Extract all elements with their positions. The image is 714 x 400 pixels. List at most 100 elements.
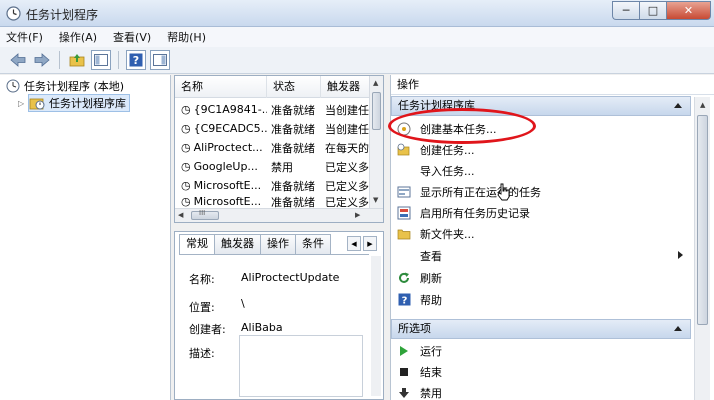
menu-help[interactable]: 帮助(H) [167, 29, 206, 45]
collapse-icon[interactable] [674, 326, 682, 331]
actions-pane-title: 操作 [391, 75, 714, 95]
detail-scrollbar[interactable] [371, 256, 381, 396]
action-disable[interactable]: 禁用 [391, 382, 691, 400]
table-row[interactable]: ◷ AliProctect... 准备就绪 在每天的 [175, 138, 371, 157]
table-row[interactable]: ◷ MicrosoftE... 准备就绪 已定义多 [175, 195, 371, 208]
table-row[interactable]: ◷ MicrosoftE... 准备就绪 已定义多 [175, 176, 371, 195]
tab-triggers[interactable]: 触发器 [214, 234, 261, 254]
section-header-library[interactable]: 任务计划程序库 [391, 96, 691, 116]
task-list-header: 名称 状态 触发器 [175, 76, 371, 98]
scroll-thumb[interactable] [372, 92, 381, 130]
general-tab-content: 名称: AliProctectUpdate 位置: \ 创建者: AliBaba… [179, 254, 369, 399]
clock-wizard-icon [397, 122, 411, 136]
action-new-folder[interactable]: 新文件夹... [391, 223, 691, 244]
svg-text:?: ? [133, 54, 139, 67]
scroll-thumb[interactable]: III [191, 209, 219, 220]
help-icon: ? [129, 53, 143, 67]
folder-icon [397, 227, 411, 241]
back-button[interactable] [8, 50, 28, 70]
toolbar-separator [118, 51, 119, 69]
tab-scroll-arrows: ◀ ▶ [347, 236, 377, 251]
action-help[interactable]: ? 帮助 [391, 289, 691, 310]
menu-file[interactable]: 文件(F) [6, 29, 43, 45]
blank-icon [397, 249, 411, 263]
task-clock-icon: ◷ [181, 103, 191, 116]
task-clock-icon: ◷ [181, 122, 191, 135]
action-show-running-tasks[interactable]: 显示所有正在运行的任务 [391, 181, 691, 202]
task-detail-panel: 常规 触发器 操作 条件 ◀ ▶ 名称: AliProctectUpdate 位… [174, 231, 384, 400]
submenu-arrow-icon [678, 251, 683, 259]
expand-triangle-icon: ▷ [18, 98, 25, 108]
table-row[interactable]: ◷ GoogleUp... 禁用 已定义多 [175, 157, 371, 176]
maximize-button[interactable]: □ [639, 1, 666, 20]
action-import-task[interactable]: 导入任务... [391, 160, 691, 181]
tab-scroll-left-button[interactable]: ◀ [347, 236, 361, 251]
tree-expander[interactable]: ▷ [18, 94, 24, 112]
detail-tabs: 常规 触发器 操作 条件 [179, 234, 331, 255]
actions-pane-scrollbar[interactable]: ▲ [694, 97, 710, 400]
menu-bar: 文件(F) 操作(A) 查看(V) 帮助(H) [0, 27, 714, 47]
window-title: 任务计划程序 [26, 8, 99, 22]
tab-actions[interactable]: 操作 [260, 234, 296, 254]
scroll-up-icon[interactable]: ▲ [373, 79, 378, 87]
column-header-status[interactable]: 状态 [267, 76, 321, 98]
task-clock-icon: ◷ [181, 160, 191, 173]
scroll-down-icon[interactable]: ▼ [373, 196, 378, 204]
tab-scroll-right-button[interactable]: ▶ [363, 236, 377, 251]
folder-clock-icon [397, 143, 411, 157]
title-bar: 任务计划程序 ─ □ ✕ [0, 0, 714, 27]
refresh-icon [397, 271, 411, 285]
action-enable-history[interactable]: 启用所有任务历史记录 [391, 202, 691, 223]
task-list: 名称 状态 触发器 ◷ {9C1A9841-... 准备就绪 当创建任 ◷ {C9E… [174, 75, 384, 223]
scroll-thumb[interactable] [697, 115, 708, 325]
action-refresh[interactable]: 刷新 [391, 267, 691, 288]
up-folder-button[interactable] [67, 50, 87, 70]
help-icon: ? [397, 293, 411, 307]
task-list-vertical-scrollbar[interactable]: ▲ ▼ [369, 76, 383, 208]
action-create-task[interactable]: 创建任务... [391, 139, 691, 160]
up-folder-icon [69, 54, 85, 67]
toolbar-separator [59, 51, 60, 69]
menu-view[interactable]: 查看(V) [113, 29, 151, 45]
close-button[interactable]: ✕ [666, 1, 711, 20]
forward-button[interactable] [32, 50, 52, 70]
collapse-icon[interactable] [674, 103, 682, 108]
action-end[interactable]: 结束 [391, 361, 691, 382]
tree-item-library[interactable]: 任务计划程序库 [28, 94, 130, 112]
author-label: 创建者: [189, 323, 226, 336]
tab-conditions[interactable]: 条件 [295, 234, 331, 254]
scroll-left-icon[interactable]: ◀ [178, 211, 183, 219]
task-clock-icon: ◷ [181, 179, 191, 192]
column-header-trigger[interactable]: 触发器 [321, 76, 371, 98]
scroll-right-icon[interactable]: ▶ [355, 211, 360, 219]
task-list-horizontal-scrollbar[interactable]: ◀ III ▶ [175, 208, 383, 222]
location-value: \ [241, 297, 245, 310]
navigation-tree: 任务计划程序 (本地) ▷ 任务计划程序库 [0, 75, 171, 400]
menu-action[interactable]: 操作(A) [59, 29, 97, 45]
help-toolbar-button[interactable]: ? [126, 50, 146, 70]
pane-icon [153, 54, 167, 66]
tab-general[interactable]: 常规 [179, 234, 215, 255]
column-header-name[interactable]: 名称 [175, 76, 267, 98]
action-run[interactable]: 运行 [391, 340, 691, 361]
show-action-pane-button[interactable] [150, 50, 170, 70]
action-create-basic-task[interactable]: 创建基本任务... [391, 118, 691, 139]
back-arrow-icon [10, 53, 26, 67]
minimize-button[interactable]: ─ [612, 1, 639, 20]
run-icon [397, 344, 411, 358]
name-value: AliProctectUpdate [241, 271, 340, 284]
action-view[interactable]: 查看 [391, 245, 691, 266]
scroll-up-icon[interactable]: ▲ [700, 101, 705, 109]
tree-root-label: 任务计划程序 (本地) [24, 80, 125, 93]
actions-pane: 操作 任务计划程序库 创建基本任务... 创建任务... 导入任务... 显示所… [390, 75, 714, 400]
table-row[interactable]: ◷ {9C1A9841-... 准备就绪 当创建任 [175, 100, 371, 119]
description-field[interactable] [239, 335, 363, 397]
tree-root[interactable]: 任务计划程序 (本地) [6, 77, 124, 95]
disable-icon [397, 386, 411, 400]
svg-text:?: ? [401, 296, 407, 307]
hand-cursor-icon [497, 183, 510, 201]
section-header-selected[interactable]: 所选项 [391, 319, 691, 339]
show-tree-button[interactable] [91, 50, 111, 70]
table-row[interactable]: ◷ {C9ECADC5... 准备就绪 当创建任 [175, 119, 371, 138]
history-icon [397, 206, 411, 220]
